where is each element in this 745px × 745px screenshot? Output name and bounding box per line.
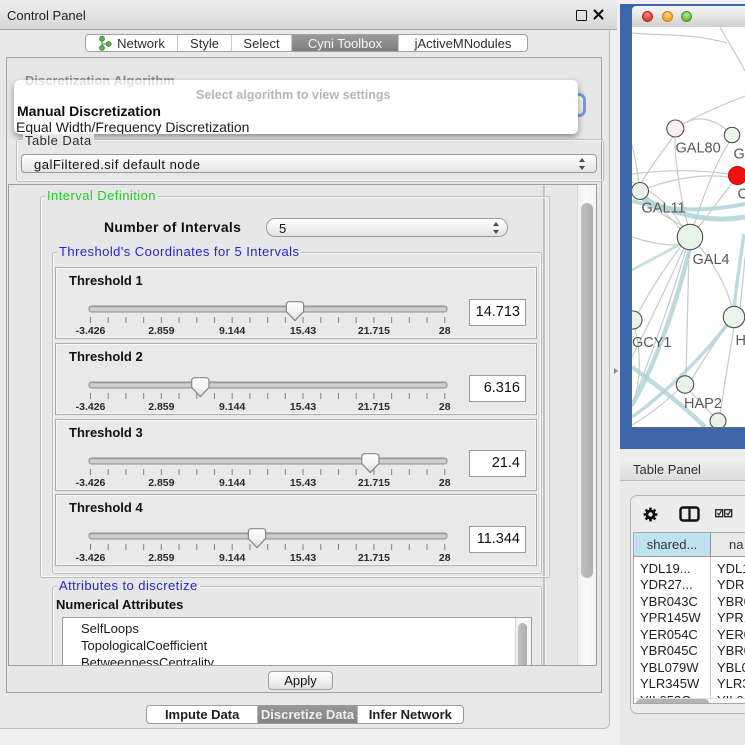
svg-text:GCY1: GCY1 bbox=[632, 335, 672, 351]
svg-text:GAL4: GAL4 bbox=[693, 252, 730, 268]
svg-text:H: H bbox=[736, 333, 745, 349]
svg-text:GAL11: GAL11 bbox=[642, 201, 686, 217]
svg-text:GA: GA bbox=[734, 147, 745, 163]
svg-text:GAL80: GAL80 bbox=[676, 141, 721, 157]
svg-text:HAP2: HAP2 bbox=[684, 396, 722, 412]
svg-text:C: C bbox=[738, 187, 745, 203]
